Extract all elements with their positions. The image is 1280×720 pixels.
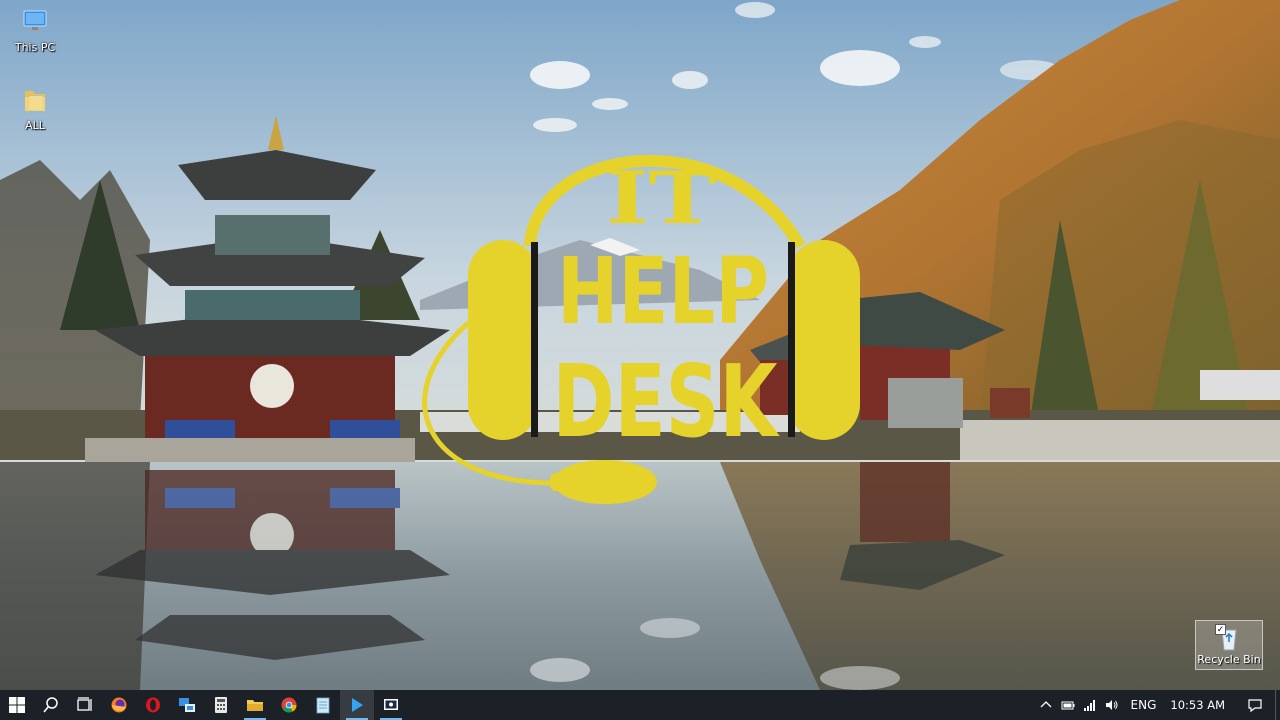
taskbar-app-file-explorer[interactable] — [238, 690, 272, 720]
chevron-up-icon — [1040, 701, 1052, 708]
windows-icon — [9, 697, 25, 713]
firefox-icon — [111, 697, 127, 713]
taskbar-app-notepad[interactable] — [306, 690, 340, 720]
input-language-indicator[interactable]: ENG — [1123, 698, 1165, 712]
search-icon — [43, 697, 58, 713]
taskbar-app-media-player[interactable] — [340, 690, 374, 720]
notification-icon — [1248, 699, 1262, 713]
desktop-icon-label: This PC — [14, 41, 56, 54]
volume-button[interactable] — [1101, 690, 1123, 720]
left-earcup — [468, 240, 538, 440]
speaker-icon — [1105, 700, 1118, 710]
logo-line-it: IT — [606, 155, 716, 240]
battery-icon — [1061, 701, 1075, 710]
opera-icon — [146, 697, 160, 713]
selection-checkbox[interactable]: ✓ — [1215, 624, 1226, 635]
desktop-icon-this-pc[interactable]: This PC — [0, 6, 70, 54]
show-desktop-button[interactable] — [1275, 690, 1280, 720]
folder-icon — [25, 91, 45, 111]
recycle-bin-label: Recycle Bin — [1197, 653, 1261, 666]
taskbar-app-screen-recorder[interactable] — [374, 690, 408, 720]
chrome-icon — [281, 697, 297, 713]
network-signal-icon — [1083, 700, 1095, 711]
taskbar-app-opera[interactable] — [136, 690, 170, 720]
task-view-icon — [77, 697, 92, 711]
computer-icon — [23, 10, 47, 32]
system-tray: ENG 10:53 AM — [1035, 690, 1280, 720]
battery-button[interactable] — [1057, 690, 1079, 720]
logo-line-help: HELP — [557, 238, 769, 345]
calculator-icon — [215, 697, 227, 713]
taskbar: ENG 10:53 AM — [0, 690, 1280, 720]
folder-icon — [247, 700, 263, 711]
left-earcup-band — [531, 242, 538, 437]
taskbar-clock[interactable]: 10:53 AM — [1164, 698, 1235, 712]
network-button[interactable] — [1079, 690, 1101, 720]
screen-icon — [384, 699, 398, 710]
it-help-desk-logo: IT HELP DESK — [395, 118, 865, 513]
start-button[interactable] — [0, 690, 34, 720]
logo-line-desk: DESK — [553, 343, 781, 460]
taskbar-app-firefox[interactable] — [102, 690, 136, 720]
taskbar-app-calculator[interactable] — [204, 690, 238, 720]
show-hidden-icons-button[interactable] — [1035, 690, 1057, 720]
right-earcup — [788, 240, 860, 440]
notepad-icon — [316, 697, 330, 714]
task-view-button[interactable] — [68, 690, 102, 720]
right-earcup-band — [788, 242, 795, 437]
desktop-icon-label: ALL — [25, 119, 45, 132]
play-icon — [352, 698, 363, 712]
desktop-icon-recycle-bin[interactable]: ✓ Recycle Bin — [1195, 620, 1263, 670]
microphone-icon — [553, 460, 657, 504]
desktop-icon-all-folder[interactable]: ALL — [0, 84, 70, 132]
action-center-button[interactable] — [1235, 690, 1275, 720]
taskbar-app-chrome[interactable] — [272, 690, 306, 720]
remote-desktop-icon — [179, 698, 195, 712]
search-button[interactable] — [34, 690, 68, 720]
taskbar-app-remote-desktop[interactable] — [170, 690, 204, 720]
